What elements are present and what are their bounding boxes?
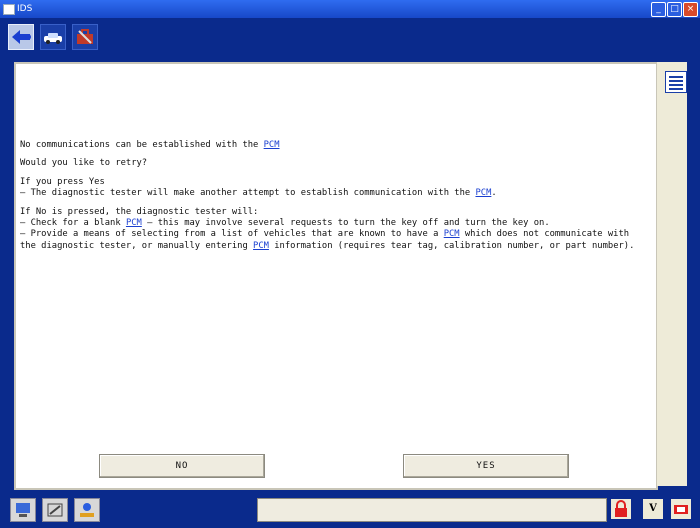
tab-connection[interactable] bbox=[8, 24, 34, 50]
yes-line-text: – The diagnostic tester will make anothe… bbox=[20, 188, 471, 199]
message-panel: No communications can be established wit… bbox=[14, 62, 658, 490]
window-title: IDS bbox=[17, 4, 33, 14]
right-sidebar bbox=[656, 62, 687, 486]
main-frame: No communications can be established wit… bbox=[0, 52, 700, 492]
tab-bar bbox=[0, 18, 700, 52]
pcm-link[interactable]: PCM bbox=[126, 218, 142, 228]
minimize-button[interactable]: _ bbox=[651, 2, 666, 17]
no-line-1: – Check for a blank PCM – this may invol… bbox=[20, 218, 640, 229]
no-header: If No is pressed, the diagnostic tester … bbox=[20, 206, 259, 217]
pcm-link[interactable]: PCM bbox=[264, 140, 280, 150]
no-line-2-prefix: – Provide a means of selecting from a li… bbox=[20, 229, 439, 240]
no-line-1-prefix: – Check for a blank bbox=[20, 218, 121, 229]
yes-header: If you press Yes bbox=[20, 176, 105, 187]
battery-icon bbox=[671, 499, 691, 519]
yes-line: – The diagnostic tester will make anothe… bbox=[20, 188, 497, 199]
no-line-2: – Provide a means of selecting from a li… bbox=[20, 229, 640, 252]
close-button[interactable]: × bbox=[683, 2, 698, 17]
user-tools-icon[interactable] bbox=[74, 498, 100, 522]
message-content: No communications can be established wit… bbox=[20, 140, 640, 259]
pcm-link[interactable]: PCM bbox=[253, 241, 269, 251]
no-line-1-suffix: – this may involve several requests to t… bbox=[141, 218, 550, 229]
question-text: Would you like to retry? bbox=[20, 158, 148, 169]
tab-toolbox[interactable] bbox=[72, 24, 98, 50]
computer-icon[interactable] bbox=[10, 498, 36, 522]
yes-section: If you press Yes – The diagnostic tester… bbox=[20, 177, 640, 200]
toolbox-window-icon[interactable] bbox=[42, 498, 68, 522]
maximize-button[interactable]: □ bbox=[667, 2, 682, 17]
intro-paragraph: No communications can be established wit… bbox=[20, 140, 640, 151]
no-line-2-suffix: information (requires tear tag, calibrat… bbox=[268, 240, 635, 251]
lock-icon bbox=[611, 499, 631, 519]
no-section: If No is pressed, the diagnostic tester … bbox=[20, 207, 640, 253]
app-icon bbox=[3, 4, 15, 15]
tab-vehicle[interactable] bbox=[40, 24, 66, 50]
title-bar: IDS _ □ × bbox=[0, 0, 700, 18]
yes-button[interactable]: YES bbox=[403, 454, 569, 478]
status-bar: V bbox=[0, 492, 700, 528]
no-button[interactable]: NO bbox=[99, 454, 265, 478]
toolbox-icon bbox=[77, 29, 93, 44]
pcm-link[interactable]: PCM bbox=[475, 188, 491, 198]
voltage-label: V bbox=[649, 503, 657, 514]
vehicle-voltage-icon: V bbox=[643, 499, 663, 519]
intro-text: No communications can be established wit… bbox=[20, 140, 259, 150]
list-menu-icon[interactable] bbox=[665, 71, 687, 93]
arrow-left-icon bbox=[12, 30, 31, 44]
status-field bbox=[257, 498, 607, 522]
car-icon bbox=[44, 33, 62, 44]
pcm-link[interactable]: PCM bbox=[444, 229, 460, 239]
